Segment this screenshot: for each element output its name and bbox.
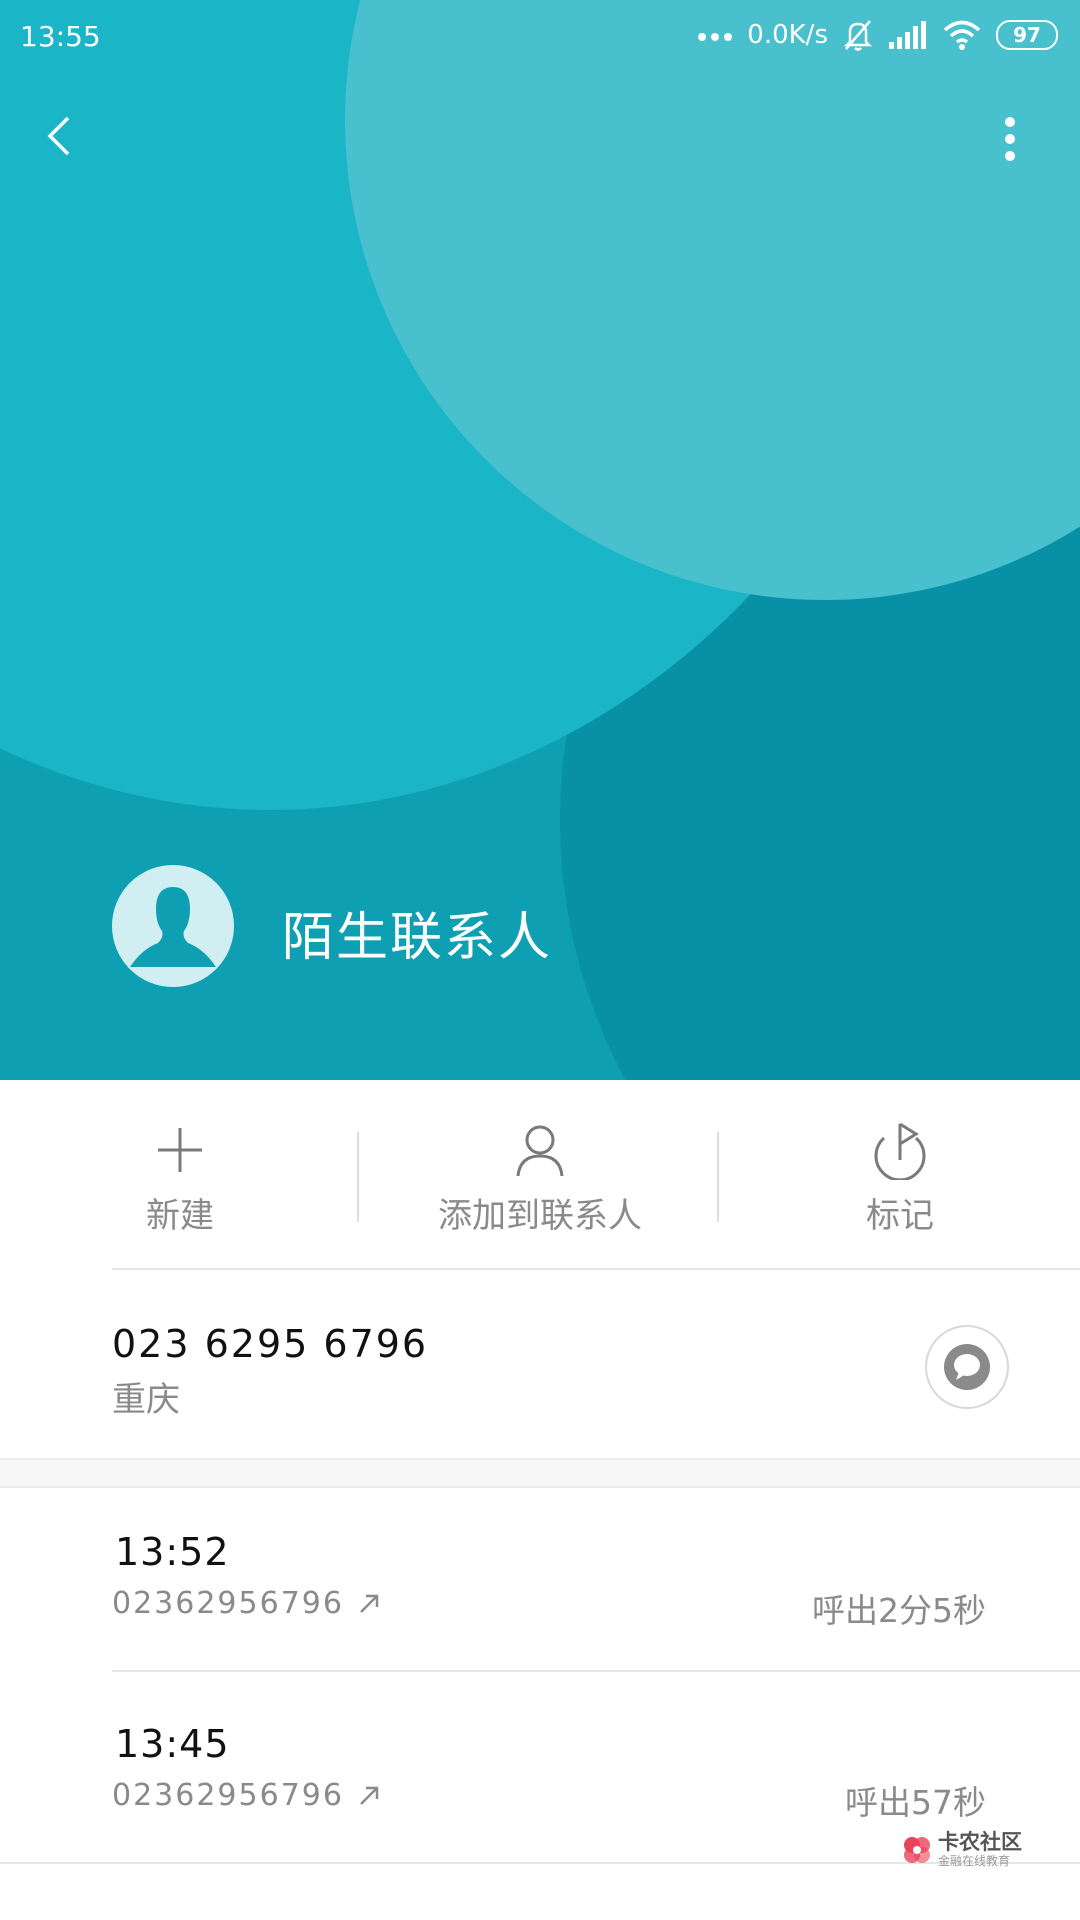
divider [112,1268,1080,1270]
call-number: 02362956796 [112,1778,380,1813]
outgoing-arrow-icon [360,1594,379,1613]
call-time: 13:52 [115,1530,230,1574]
flag-icon [874,1122,926,1180]
more-options-button[interactable] [990,110,1030,170]
person-icon [516,1125,564,1177]
call-number-text: 02362956796 [112,1586,344,1621]
new-contact-button[interactable]: 新建 [130,1120,230,1237]
battery-icon: 97 [996,20,1058,50]
wifi-icon [943,20,981,50]
contact-header: 13:55 0.0K/s 97 陌生联系人 [0,0,1080,1080]
action-divider [717,1132,719,1222]
status-bar: 13:55 0.0K/s 97 [0,0,1080,72]
mark-label: 标记 [866,1196,934,1236]
watermark-sub: 金融在线教育 [938,1854,1011,1868]
more-vertical-icon [1005,117,1015,161]
call-detail-screen: 13:55 0.0K/s 97 陌生联系人 新建 添加到联系人 标记 023 6… [0,0,1080,1920]
watermark-flower-icon [904,1836,930,1863]
phone-number: 023 6295 6796 [112,1322,429,1366]
signal-icon [889,21,926,49]
status-icons: 0.0K/s 97 [697,18,1058,52]
call-duration: 呼出57秒 [845,1783,986,1822]
network-speed: 0.0K/s [747,20,828,50]
contact-name: 陌生联系人 [282,908,553,968]
add-to-contacts-label: 添加到联系人 [438,1196,642,1236]
section-separator [0,1458,1080,1488]
watermark-main: 卡农社区 [938,1830,1022,1854]
call-duration: 呼出2分5秒 [812,1591,986,1630]
chevron-left-icon [47,116,70,156]
call-number-text: 02362956796 [112,1778,344,1813]
message-bubble-icon [944,1344,990,1390]
battery-level: 97 [1013,23,1041,47]
call-time: 13:45 [115,1722,230,1766]
action-divider [357,1132,359,1222]
back-button[interactable] [36,106,86,166]
outgoing-arrow-icon [360,1786,379,1805]
mark-button[interactable]: 标记 [840,1120,960,1237]
divider [112,1670,1080,1672]
watermark-logo: 卡农社区 金融在线教育 [900,1832,1022,1867]
avatar [112,865,234,987]
dots-icon [698,33,733,41]
action-bar: 新建 添加到联系人 标记 [0,1080,1080,1270]
status-time: 13:55 [20,20,101,53]
call-number: 02362956796 [112,1586,380,1621]
new-contact-label: 新建 [146,1196,214,1236]
send-message-button[interactable] [925,1325,1009,1409]
add-to-contacts-button[interactable]: 添加到联系人 [420,1120,660,1237]
person-silhouette-icon [130,887,216,967]
phone-location: 重庆 [112,1380,180,1420]
mute-bell-icon [843,20,873,51]
plus-icon [158,1128,202,1172]
watermark-text: 卡农社区 金融在线教育 [938,1830,1022,1868]
